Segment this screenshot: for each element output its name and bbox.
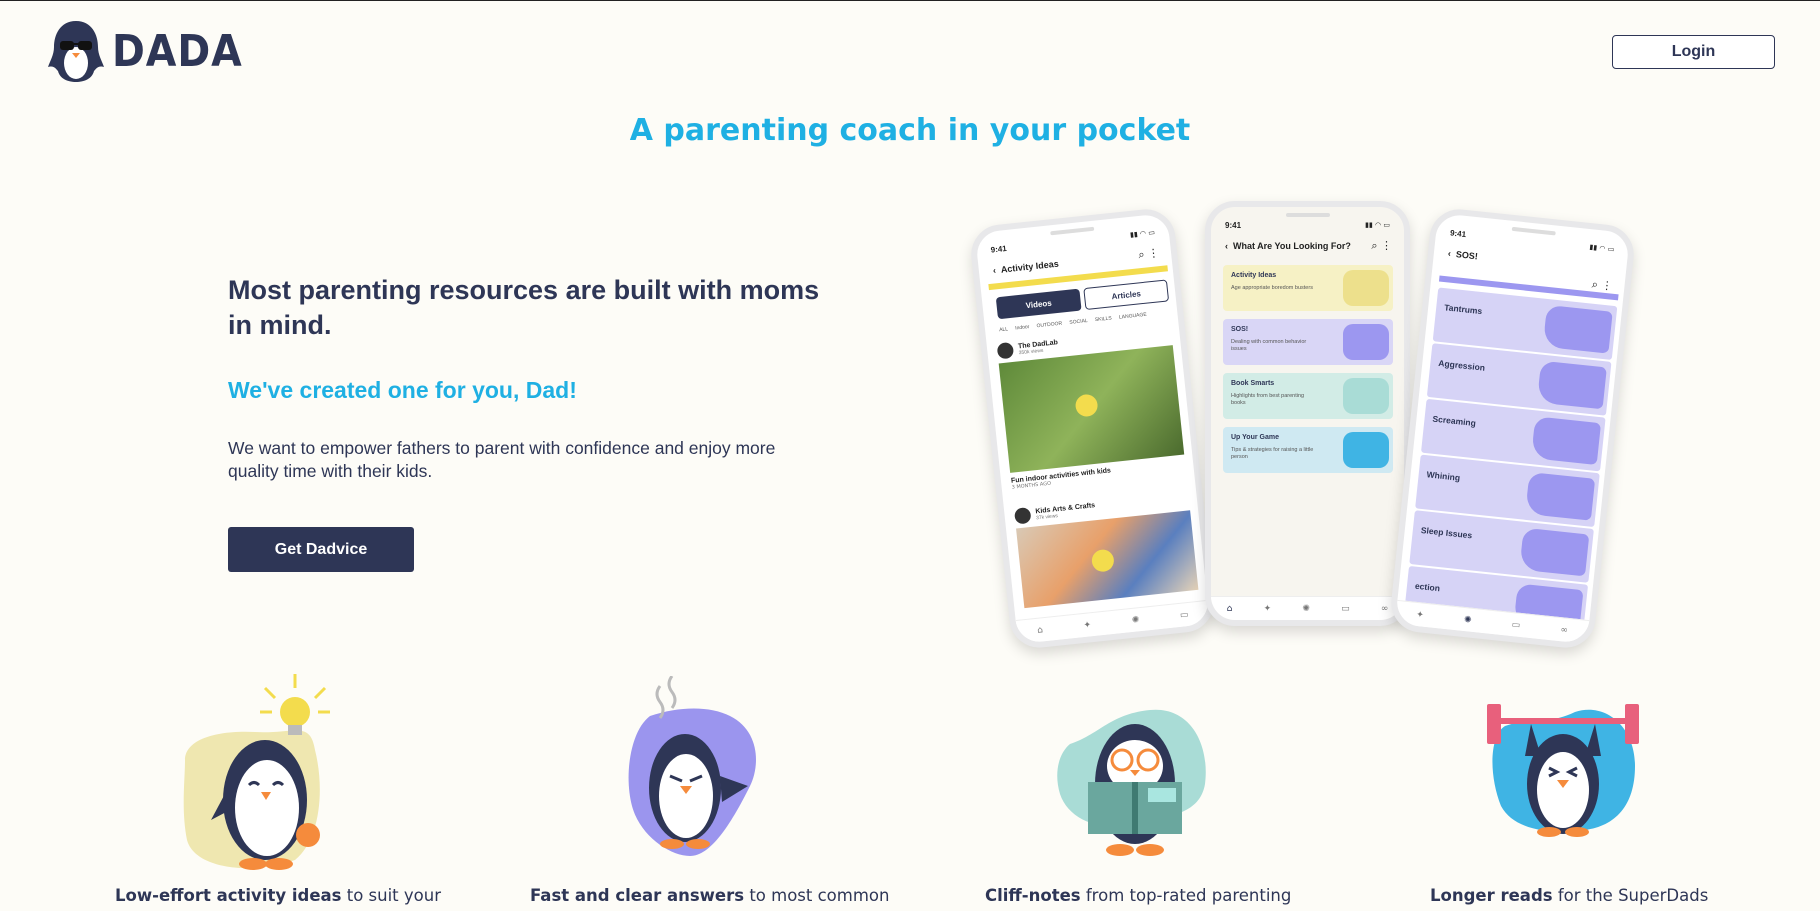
sos-label: ection <box>1414 580 1441 594</box>
phone-time: 9:41 <box>990 244 1008 255</box>
siren-icon: ✺ <box>1302 603 1310 614</box>
avatar <box>996 341 1015 360</box>
phone-tab-bar: ⌂ ✦ ✺ ▭ ∞ <box>1211 596 1404 620</box>
video-thumbnail <box>998 345 1185 473</box>
penguin-steam-icon <box>628 676 756 856</box>
cloud-icon <box>1525 472 1596 521</box>
category-card: Book Smarts Highlights from best parenti… <box>1223 373 1393 419</box>
video-card: Kids Arts & Crafts 37k views <box>1013 490 1199 609</box>
feature-caption: Fast and clear answers to most common <box>530 886 890 905</box>
status-icons: ▮▮ ◠ ▭ <box>1365 221 1390 229</box>
card-desc: Age appropriate boredom busters <box>1231 285 1313 291</box>
phone-activity-ideas: 9:41 ▮▮ ◠ ▭ ‹ Activity Ideas ⌕ ⋮ Videos … <box>968 206 1217 651</box>
play-icon <box>1074 393 1099 418</box>
hero-section: Most parenting resources are built with … <box>228 273 848 483</box>
penguin-bulb-icon <box>1343 270 1389 306</box>
tab-videos: Videos <box>995 288 1082 320</box>
card-desc: Highlights from best parenting books <box>1231 393 1305 406</box>
status-icons: ▮▮ ◠ ▭ <box>1589 243 1615 254</box>
link-icon: ∞ <box>1559 624 1569 636</box>
category-card: SOS! Dealing with common behavior issues <box>1223 319 1393 365</box>
tantrum-icon <box>1542 304 1613 354</box>
card-desc: Tips & strategies for raising a little p… <box>1231 447 1314 460</box>
penguin-book-icon <box>1057 709 1206 856</box>
aggression-icon <box>1536 360 1607 410</box>
brand-name: DADA <box>112 25 243 77</box>
feature-answers: Fast and clear answers to most common <box>530 666 890 911</box>
penguin-weights-icon <box>1343 432 1389 468</box>
penguin-book-icon <box>1343 378 1389 414</box>
card-title: Up Your Game <box>1231 434 1279 441</box>
features-section: Low-effort activity ideas to suit your F… <box>0 666 1820 911</box>
sos-label: Sleep Issues <box>1420 525 1473 541</box>
brand-logo[interactable]: DADA <box>46 19 257 83</box>
video-card: The DadLab 350k views Fun indoor activit… <box>996 325 1187 491</box>
screen-title: ‹ SOS! <box>1447 248 1479 262</box>
app-screenshots: 9:41 ▮▮ ◠ ▭ ‹ Activity Ideas ⌕ ⋮ Videos … <box>968 196 1640 656</box>
screen-title: ‹ Activity Ideas <box>992 258 1060 276</box>
siren-icon: ✺ <box>1463 614 1473 626</box>
sleep-icon <box>1519 527 1590 577</box>
bulb-icon: ✦ <box>1415 609 1425 621</box>
home-icon: ⌂ <box>1036 624 1044 636</box>
book-icon: ▭ <box>1179 609 1189 621</box>
siren-icon: ✺ <box>1131 614 1140 626</box>
book-icon: ▭ <box>1341 603 1350 614</box>
link-icon: ∞ <box>1380 603 1389 614</box>
page-tagline: A parenting coach in your pocket <box>629 113 1191 148</box>
phone-notch <box>1286 213 1330 217</box>
sos-label: Tantrums <box>1443 302 1483 317</box>
video-thumbnail <box>1016 510 1199 609</box>
card-title: Activity Ideas <box>1231 272 1277 279</box>
phone-notch <box>1511 226 1556 236</box>
feature-caption: Longer reads for the SuperDads <box>1430 886 1709 905</box>
book-icon: ▭ <box>1511 619 1521 631</box>
penguin-sos-icon <box>1343 324 1389 360</box>
feature-activity-ideas: Low-effort activity ideas to suit your <box>100 666 460 911</box>
phone-sos: 9:41 ▮▮ ◠ ▭ ‹ SOS! ⌕ ⋮ Tantrums Aggressi… <box>1388 206 1637 651</box>
phone-time: 9:41 <box>1225 221 1242 230</box>
hero-subtitle: We've created one for you, Dad! <box>228 377 577 403</box>
category-card: Up Your Game Tips & strategies for raisi… <box>1223 427 1393 473</box>
category-card: Activity Ideas Age appropriate boredom b… <box>1223 265 1393 311</box>
card-title: SOS! <box>1231 326 1249 333</box>
feature-cliff-notes: Cliff-notes from top-rated parenting <box>985 666 1345 911</box>
sos-label: Aggression <box>1437 357 1486 373</box>
sos-label: Whining <box>1426 469 1461 483</box>
penguin-weights-icon <box>1487 704 1639 837</box>
avatar <box>1013 506 1032 525</box>
get-dadvice-button[interactable]: Get Dadvice <box>228 527 414 572</box>
bulb-icon: ✦ <box>1083 619 1092 631</box>
phone-search: 9:41 ▮▮ ◠ ▭ ‹ What Are You Looking For? … <box>1205 201 1410 626</box>
screen-title: ‹ What Are You Looking For? <box>1225 241 1351 251</box>
penguin-logo-icon <box>48 21 104 82</box>
phone-tab-bar: ⌂ ✦ ✺ ▭ <box>1015 599 1211 644</box>
megaphone-icon <box>1531 416 1602 465</box>
feature-caption: Cliff-notes from top-rated parenting <box>985 886 1292 905</box>
header: DADA Login <box>0 1 1820 91</box>
feature-caption: Low-effort activity ideas to suit your <box>115 886 441 905</box>
hero-title: Most parenting resources are built with … <box>228 275 820 340</box>
hero-body-text: We want to empower fathers to parent wit… <box>228 438 776 481</box>
sos-label: Screaming <box>1432 413 1477 429</box>
tab-articles: Articles <box>1083 279 1170 311</box>
card-title: Book Smarts <box>1231 380 1275 387</box>
phone-time: 9:41 <box>1449 228 1467 240</box>
play-icon <box>1090 548 1115 573</box>
bulb-icon: ✦ <box>1263 603 1272 614</box>
search-icon: ⌕ ⋮ <box>1137 246 1160 262</box>
phone-notch <box>1050 226 1095 236</box>
home-icon: ⌂ <box>1226 603 1233 614</box>
search-icon: ⌕ ⋮ <box>1371 239 1392 252</box>
status-icons: ▮▮ ◠ ▭ <box>1129 228 1156 239</box>
feature-longer-reads: Longer reads for the SuperDads <box>1430 666 1790 911</box>
card-desc: Dealing with common behavior issues <box>1231 339 1307 352</box>
login-button[interactable]: Login <box>1612 35 1775 69</box>
penguin-lightbulb-icon <box>183 674 330 870</box>
